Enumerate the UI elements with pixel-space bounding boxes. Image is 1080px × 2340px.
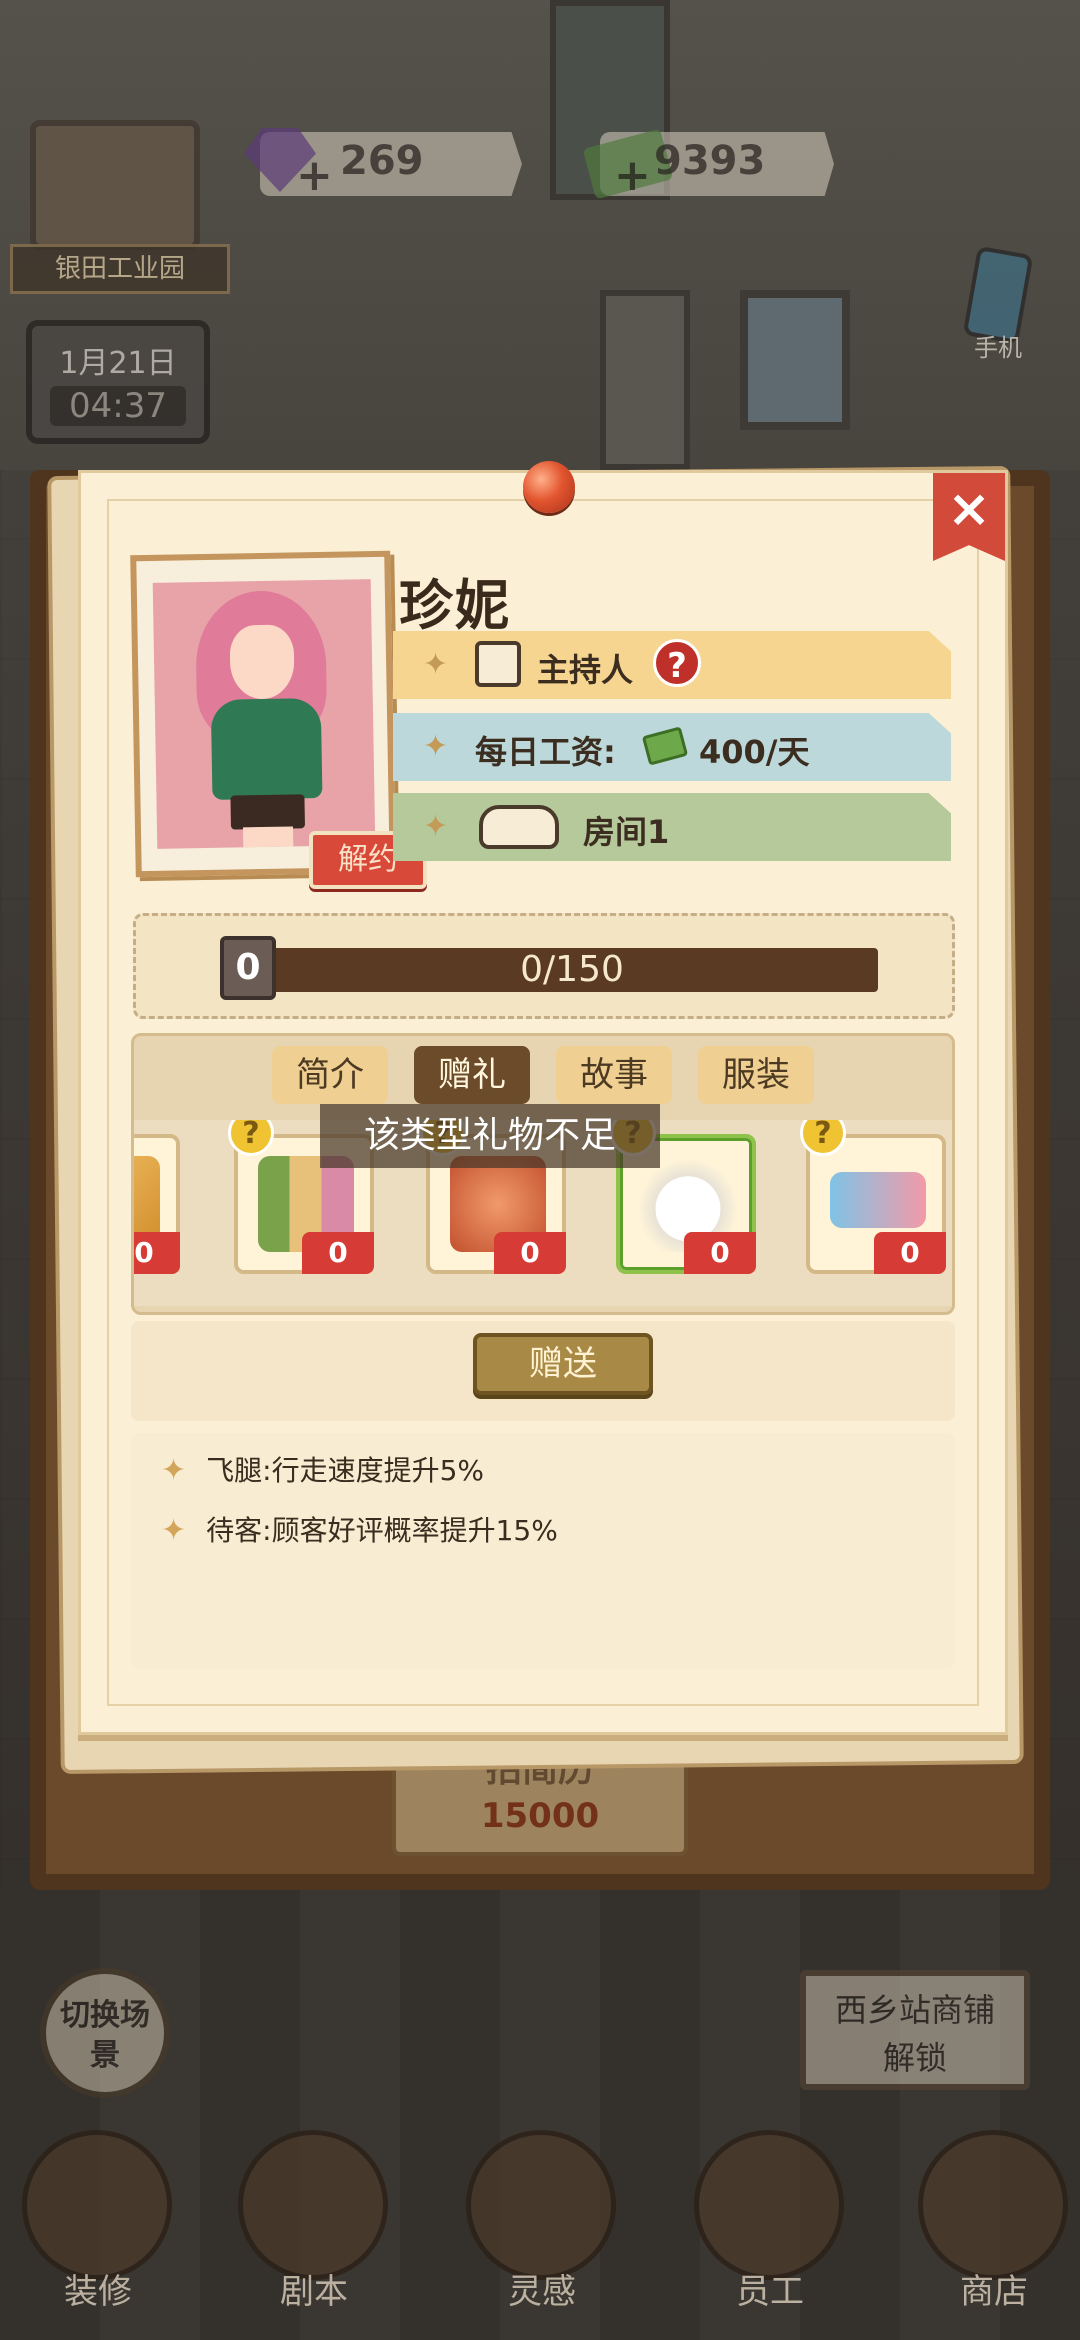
give-gift-button[interactable]: 赠送	[473, 1333, 653, 1395]
script-book-icon[interactable]	[238, 2130, 388, 2280]
role-band: ✦ 主持人 ?	[393, 631, 951, 699]
nav-label-script: 剧本	[280, 2272, 348, 2312]
affinity-level-book-icon: 0	[220, 936, 276, 1000]
gift-count: 0	[874, 1232, 946, 1274]
calendar-time: 04:37	[50, 386, 186, 426]
gift-slot-pencil[interactable]: 0	[134, 1134, 180, 1274]
nav-label-inspiration: 灵感	[508, 2272, 576, 2312]
switch-scene-button[interactable]: 切换场景	[40, 1968, 170, 2098]
unknown-gift-badge-icon: ?	[228, 1120, 274, 1156]
id-card-icon	[475, 641, 521, 687]
lightbulb-icon[interactable]	[466, 2130, 616, 2280]
add-cash-icon[interactable]: +	[614, 150, 651, 201]
tab-outfit[interactable]: 服装	[698, 1046, 814, 1104]
star-icon: ✦	[423, 809, 449, 844]
star-icon: ✦	[423, 729, 449, 764]
character-portrait	[130, 550, 396, 878]
affinity-box: 0/150 0	[133, 913, 955, 1019]
character-shorts	[230, 794, 306, 830]
employee-card-icon[interactable]	[694, 2130, 844, 2280]
role-help-icon[interactable]: ?	[653, 639, 701, 687]
location-thumbnail[interactable]	[30, 120, 200, 250]
unknown-gift-badge-icon: ?	[800, 1120, 846, 1156]
trait-text: 飞腿:行走速度提升5%	[206, 1454, 484, 1487]
shop-icon[interactable]	[918, 2130, 1068, 2280]
calendar-widget: 1月21日 04:37	[26, 320, 210, 444]
sofa-icon	[479, 805, 559, 849]
trait-item: ✦ 飞腿:行走速度提升5%	[161, 1449, 484, 1489]
salary-label: 每日工资:	[475, 733, 616, 771]
gift-count: 0	[134, 1232, 180, 1274]
cash-value: 9393	[654, 138, 766, 184]
character-detail-modal: × 解约 珍妮 ✦ 主持人 ? ✦ 每日工资: 400/天 ✦ 房间1 0/15…	[78, 461, 1008, 1735]
nav-label-shop: 商店	[960, 2272, 1028, 2312]
scene-door	[600, 290, 690, 470]
scene-window	[740, 290, 850, 430]
gift-count: 0	[684, 1232, 756, 1274]
gift-count: 0	[494, 1232, 566, 1274]
room-text: 房间1	[583, 813, 670, 851]
salary-value: 400/天	[699, 733, 810, 771]
portrait-background	[152, 579, 376, 849]
add-gems-icon[interactable]: +	[296, 150, 333, 201]
gift-count: 0	[302, 1232, 374, 1274]
star-icon: ✦	[161, 1513, 187, 1548]
room-band: ✦ 房间1	[393, 793, 951, 861]
tab-story[interactable]: 故事	[556, 1046, 672, 1104]
location-name-label: 银田工业园	[10, 244, 230, 294]
phone-label: 手机	[974, 334, 1022, 362]
gift-button-area: 赠送	[131, 1321, 955, 1421]
trait-item: ✦ 待客:顾客好评概率提升15%	[161, 1509, 558, 1549]
character-legs	[242, 826, 294, 848]
nav-label-decorate: 装修	[64, 2272, 132, 2312]
affinity-progress-text: 0/150	[520, 949, 624, 990]
star-icon: ✦	[161, 1453, 187, 1488]
ticket-icon	[830, 1172, 926, 1228]
traits-list: ✦ 飞腿:行走速度提升5% ✦ 待客:顾客好评概率提升15%	[131, 1433, 955, 1669]
gift-panel: 简介 赠礼 故事 服装 0 ? 0 ? 0 ? 0	[131, 1033, 955, 1315]
hire-cost: 15000	[480, 1796, 600, 1836]
pushpin-icon	[523, 461, 575, 513]
insufficient-gift-toast: 该类型礼物不足	[320, 1104, 660, 1168]
tab-intro[interactable]: 简介	[272, 1046, 388, 1104]
nav-label-staff: 员工	[736, 2272, 804, 2312]
tab-gift[interactable]: 赠礼	[414, 1046, 530, 1104]
character-name: 珍妮	[399, 574, 511, 637]
calendar-date: 1月21日	[59, 346, 177, 381]
salary-band: ✦ 每日工资: 400/天	[393, 713, 951, 781]
gift-slot-ticket[interactable]: ? 0	[800, 1120, 946, 1274]
gems-value: 269	[340, 138, 424, 184]
trait-text: 待客:顾客好评概率提升15%	[206, 1514, 558, 1547]
character-hoodie	[210, 697, 323, 800]
affinity-progress-bar: 0/150	[266, 948, 878, 992]
locked-shop-sign[interactable]: 西乡站商铺 解锁	[800, 1970, 1030, 2090]
cash-icon	[641, 726, 689, 766]
role-text: 主持人	[537, 651, 634, 689]
star-icon: ✦	[423, 647, 449, 682]
house-icon[interactable]	[22, 2130, 172, 2280]
